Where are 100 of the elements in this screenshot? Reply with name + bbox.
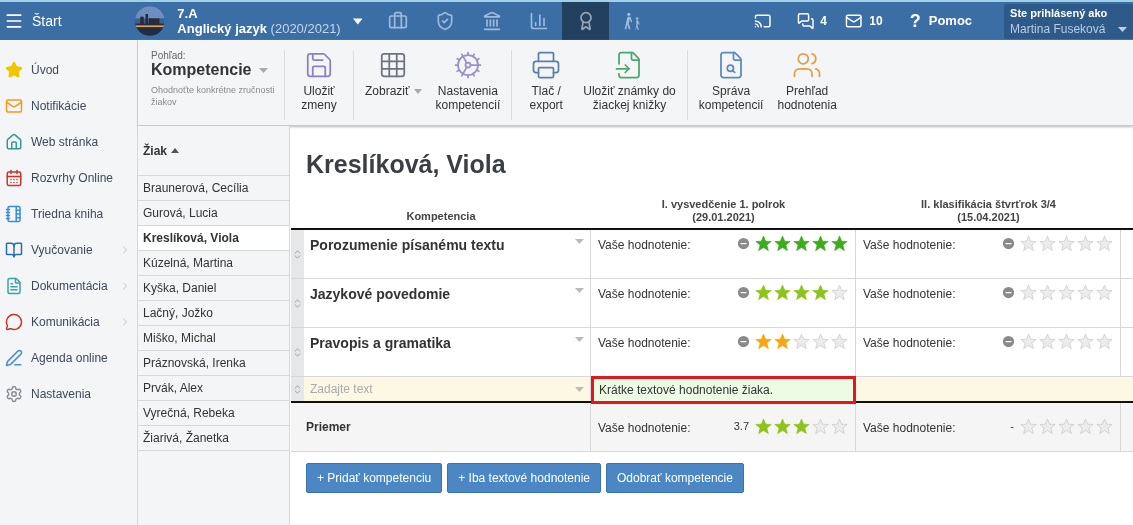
chat-bubbles-icon[interactable]: [796, 11, 815, 31]
clear-rating-icon[interactable]: [736, 236, 751, 251]
star-rating[interactable]: [1020, 235, 1113, 252]
star-icon: [831, 284, 848, 301]
student-item[interactable]: Lačný, Jožko: [138, 301, 289, 326]
text-competence-field[interactable]: Zadajte text: [310, 380, 510, 398]
clear-rating-icon[interactable]: [1001, 334, 1016, 349]
star-rating[interactable]: [755, 333, 848, 350]
star-rating[interactable]: [755, 417, 848, 435]
help-link[interactable]: Pomoc: [928, 11, 973, 31]
printer-icon: [531, 50, 562, 80]
star-icon: [1058, 284, 1075, 301]
star-icon: [812, 235, 829, 252]
document-icon: [5, 277, 23, 295]
star-icon: [755, 417, 772, 435]
clear-rating-icon[interactable]: [1001, 236, 1016, 251]
grade-tab[interactable]: [562, 2, 610, 40]
student-item[interactable]: Braunerová, Cecília: [138, 176, 289, 201]
rating-label: Vaše hodnotenie:: [863, 419, 956, 437]
up-down-arrows-icon: [292, 346, 303, 358]
sidebar-item[interactable]: Agenda online: [0, 340, 137, 376]
rating-label: Vaše hodnotenie:: [863, 237, 956, 254]
toolbar-button[interactable]: Nastavenia kompetencií: [430, 50, 506, 120]
view-selector[interactable]: Kompetencie: [151, 61, 280, 79]
student-item[interactable]: Vyrečná, Rebeka: [138, 401, 289, 426]
star-icon: [812, 333, 829, 350]
star-icon: [774, 235, 791, 252]
reorder-handle[interactable]: [291, 328, 304, 376]
star-rating[interactable]: [1020, 333, 1113, 350]
star-icon: [1020, 235, 1037, 252]
star-rating[interactable]: [1020, 284, 1113, 301]
toolbar-button[interactable]: Správa kompetencií: [693, 50, 769, 120]
star-icon: [1058, 235, 1075, 252]
star-icon: [1020, 333, 1037, 350]
student-column-header[interactable]: Žiak: [138, 126, 289, 176]
user-menu[interactable]: Ste prihlásený ako Martina Fuseková: [1004, 3, 1133, 39]
star-icon: [755, 333, 772, 350]
toolbar-button[interactable]: Prehľad hodnotenia: [772, 50, 842, 120]
action-button[interactable]: + Pridať kompetenciu: [306, 463, 443, 493]
student-item[interactable]: Práznovská, Irenka: [138, 351, 289, 376]
action-button[interactable]: Odobrať kompetencie: [606, 463, 744, 493]
sidebar-item[interactable]: Vyučovanie: [0, 232, 137, 268]
student-item[interactable]: Kyška, Daniel: [138, 276, 289, 301]
clear-rating-icon[interactable]: [736, 285, 751, 300]
toolbar-button[interactable]: Uložiť zmeny: [291, 50, 347, 120]
reorder-handle[interactable]: [291, 279, 304, 327]
rating-label: Vaše hodnotenie:: [598, 237, 691, 254]
student-item[interactable]: Žiarivá, Žanetka: [138, 426, 289, 451]
rating-label: Vaše hodnotenie:: [598, 286, 691, 303]
rating-label: Vaše hodnotenie:: [598, 335, 691, 352]
student-item[interactable]: Kreslíková, Viola: [138, 226, 289, 251]
star-rating[interactable]: [755, 284, 848, 301]
student-title: Kreslíková, Viola: [306, 149, 507, 179]
rating-label: Vaše hodnotenie:: [863, 335, 956, 352]
toolbar-button[interactable]: Zobraziť: [360, 50, 427, 120]
up-down-arrows-icon: [292, 297, 303, 309]
student-item[interactable]: Miško, Michal: [138, 326, 289, 351]
star-icon: [1096, 417, 1113, 435]
student-item[interactable]: Prvák, Alex: [138, 376, 289, 401]
school-year: (2020/2021): [270, 21, 341, 36]
sidebar-item[interactable]: Dokumentácia: [0, 268, 137, 304]
sidebar-item[interactable]: Úvod: [0, 52, 137, 88]
caret-icon[interactable]: [352, 17, 363, 25]
star-icon: [1039, 235, 1056, 252]
envelope-icon[interactable]: [844, 11, 863, 31]
clear-rating-icon[interactable]: [736, 334, 751, 349]
calendar-icon: [5, 169, 23, 187]
student-item[interactable]: Kúzelná, Martina: [138, 251, 289, 276]
house-icon: [5, 133, 23, 151]
rating-label: Vaše hodnotenie:: [863, 286, 956, 303]
star-icon: [1096, 333, 1113, 350]
star-icon: [1020, 284, 1037, 301]
star-icon: [774, 284, 791, 301]
sidebar-item[interactable]: Komunikácia: [0, 304, 137, 340]
reorder-handle[interactable]: [291, 377, 304, 401]
star-icon: [1096, 284, 1113, 301]
star-icon: [1039, 417, 1056, 435]
sidebar-item[interactable]: Rozvrhy Online: [0, 160, 137, 196]
menu-icon[interactable]: [4, 11, 24, 31]
column-header: I. vysvedčenie 1. polrok (29.01.2021): [660, 198, 787, 224]
class-name: 7.A: [177, 6, 199, 21]
toolbar-button[interactable]: Uložiť známky do žiackej knižky: [578, 50, 681, 120]
sidebar-item[interactable]: Triedna kniha: [0, 196, 137, 232]
star-rating[interactable]: [755, 235, 848, 252]
clear-rating-icon[interactable]: [1001, 285, 1016, 300]
star-rating[interactable]: [1020, 417, 1113, 435]
sidebar-item[interactable]: Web stránka: [0, 124, 137, 160]
star-icon: [774, 417, 791, 435]
reorder-handle[interactable]: [291, 230, 304, 278]
star-icon: [831, 235, 848, 252]
messages-count: 4: [820, 13, 827, 30]
sidebar-item[interactable]: Notifikácie: [0, 88, 137, 124]
toolbar-button[interactable]: Tlač / export: [518, 50, 575, 120]
text-evaluation-field[interactable]: Krátke textové hodnotenie žiaka.: [591, 376, 856, 404]
star-icon: [1077, 417, 1094, 435]
sidebar-item[interactable]: Nastavenia: [0, 376, 137, 412]
cast-icon[interactable]: [754, 11, 772, 31]
action-button[interactable]: + Iba textové hodnotenie: [447, 463, 601, 493]
start-link[interactable]: Štart: [32, 10, 62, 32]
help-mark[interactable]: ?: [909, 7, 921, 35]
